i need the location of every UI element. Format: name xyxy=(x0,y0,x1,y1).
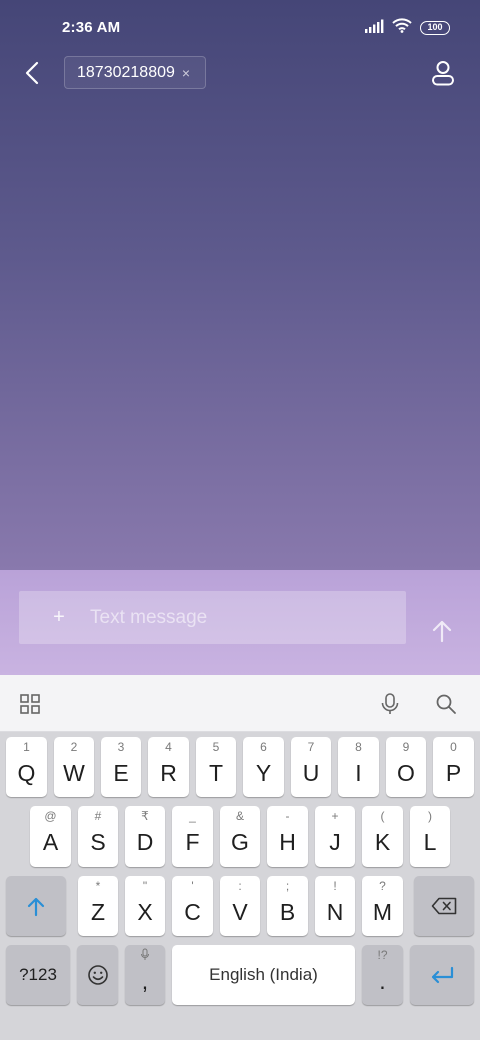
period-key[interactable]: !?. xyxy=(362,945,403,1005)
compose-area: + xyxy=(0,570,480,675)
search-icon xyxy=(436,694,456,714)
arrow-up-icon xyxy=(432,620,452,643)
shift-arrow-icon xyxy=(27,897,45,917)
chevron-left-icon xyxy=(25,61,39,85)
enter-key[interactable] xyxy=(410,945,474,1005)
key-x[interactable]: " X xyxy=(125,876,165,936)
comma-key[interactable]: , xyxy=(125,945,165,1005)
battery-icon: 100 xyxy=(420,21,450,35)
key-o[interactable]: 9O xyxy=(386,737,426,797)
key-p[interactable]: 0P xyxy=(433,737,474,797)
signal-icon xyxy=(364,19,384,38)
message-input[interactable] xyxy=(90,591,400,644)
back-button[interactable] xyxy=(20,58,44,88)
key-b[interactable]: ; B xyxy=(267,876,308,936)
key-l[interactable]: ) L xyxy=(410,806,450,867)
key-c[interactable]: ' C xyxy=(172,876,213,936)
recipient-number: 18730218809 xyxy=(77,63,175,81)
voice-input-button[interactable] xyxy=(378,692,402,716)
keyboard: 1Q 2W 3E 4R 5T 6Y 7U 8I 9O 0P @ A # S ₹ D _… xyxy=(0,732,480,1040)
apps-grid-button[interactable] xyxy=(18,692,42,716)
grid-icon xyxy=(20,694,40,714)
attach-plus-button[interactable]: + xyxy=(19,606,99,629)
key-i[interactable]: 8I xyxy=(338,737,379,797)
key-g[interactable]: & G xyxy=(220,806,260,867)
send-button[interactable] xyxy=(428,617,456,645)
key-s[interactable]: # S xyxy=(78,806,118,867)
status-icons: 100 xyxy=(364,18,450,38)
microphone-icon xyxy=(381,693,399,714)
symbols-key[interactable]: ?123 xyxy=(6,945,70,1005)
backspace-icon xyxy=(431,897,457,915)
emoji-key[interactable] xyxy=(77,945,118,1005)
key-j[interactable]: + J xyxy=(315,806,355,867)
key-r[interactable]: 4R xyxy=(148,737,189,797)
smiley-icon xyxy=(87,965,108,985)
key-f[interactable]: _ F xyxy=(172,806,213,867)
key-u[interactable]: 7U xyxy=(291,737,331,797)
key-e[interactable]: 3E xyxy=(101,737,141,797)
keyboard-toolbar xyxy=(0,675,480,732)
key-y[interactable]: 6Y xyxy=(243,737,284,797)
key-h[interactable]: -H xyxy=(267,806,308,867)
key-v[interactable]: :V xyxy=(220,876,260,936)
key-w[interactable]: 2W xyxy=(54,737,94,797)
remove-recipient-icon[interactable]: × xyxy=(182,65,190,81)
backspace-key[interactable] xyxy=(414,876,474,936)
key-a[interactable]: @ A xyxy=(30,806,71,867)
microphone-icon xyxy=(125,948,165,964)
keyboard-search-button[interactable] xyxy=(434,692,458,716)
contact-button[interactable] xyxy=(430,58,456,88)
status-bar: 2:36 AM 100 xyxy=(0,0,480,56)
key-m[interactable]: ? M xyxy=(362,876,403,936)
enter-icon xyxy=(431,966,454,984)
key-n[interactable]: ! N xyxy=(315,876,355,936)
compose-box: + xyxy=(19,591,406,644)
shift-key[interactable] xyxy=(6,876,66,936)
recipient-chip[interactable]: 18730218809 × xyxy=(64,56,206,89)
key-t[interactable]: 5T xyxy=(196,737,236,797)
conversation-header: 18730218809 × xyxy=(0,56,480,90)
status-time: 2:36 AM xyxy=(62,19,121,36)
wifi-icon xyxy=(392,18,412,38)
person-icon xyxy=(432,61,454,86)
key-d[interactable]: ₹ D xyxy=(125,806,165,867)
key-q[interactable]: 1Q xyxy=(6,737,47,797)
key-k[interactable]: (K xyxy=(362,806,403,867)
space-key[interactable]: English (India) xyxy=(172,945,355,1005)
key-z[interactable]: * Z xyxy=(78,876,118,936)
conversation-background: 2:36 AM 100 18730218809 × xyxy=(0,0,480,570)
